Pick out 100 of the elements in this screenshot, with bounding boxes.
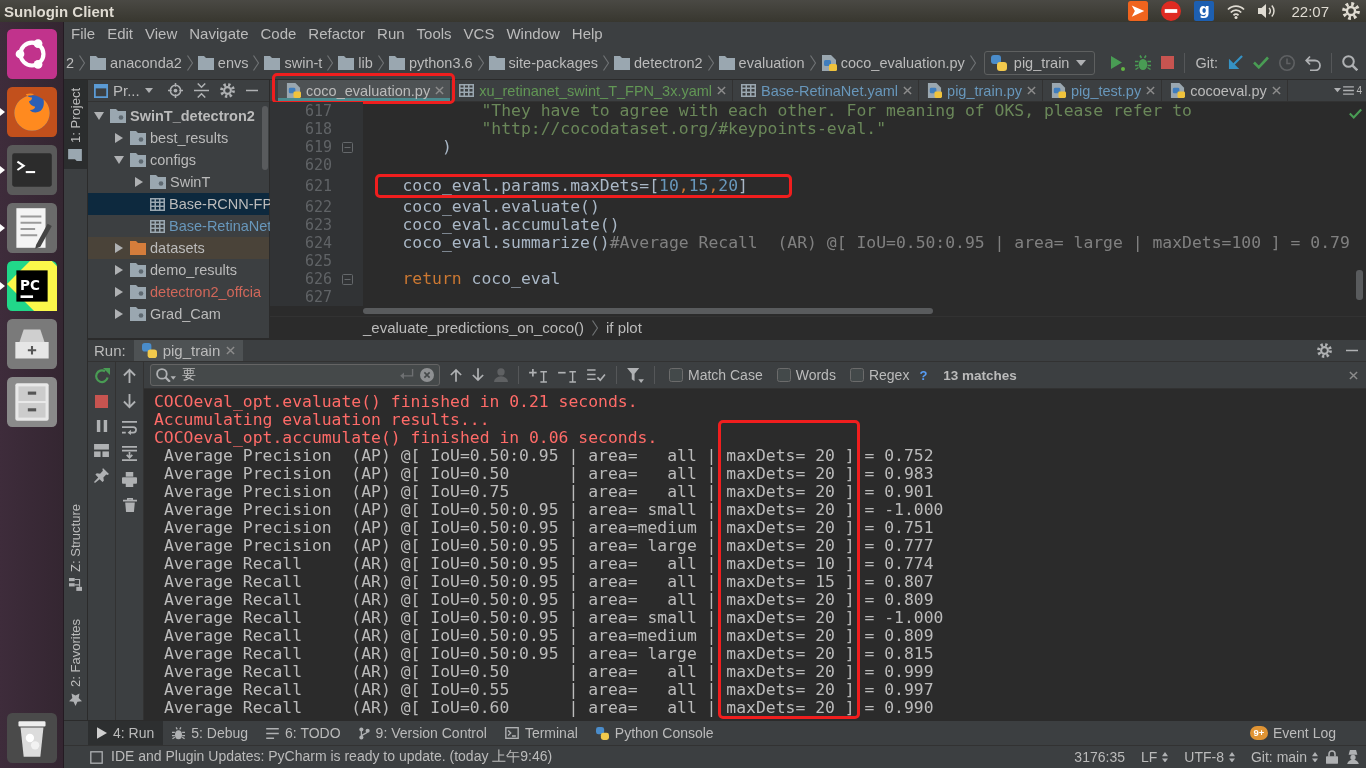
run-icon[interactable]: [1111, 54, 1126, 71]
tree-item[interactable]: SwinT: [88, 171, 269, 193]
menu-item[interactable]: Refactor: [302, 23, 372, 45]
filter-icon[interactable]: [627, 367, 644, 383]
editor-tab[interactable]: pig_test.py: [1043, 80, 1163, 101]
arrow-icon[interactable]: [1228, 55, 1243, 70]
help-link[interactable]: ?: [919, 367, 928, 383]
collapse-all-icon[interactable]: [193, 83, 209, 98]
bug-icon[interactable]: [1135, 54, 1152, 71]
search-field[interactable]: 要: [150, 364, 440, 386]
tree-item[interactable]: SwinT_detectron2: [88, 105, 269, 127]
person-icon[interactable]: [1346, 750, 1360, 764]
expand-arrow-icon[interactable]: [115, 133, 123, 143]
tool-window-button[interactable]: 2: Favorites: [64, 611, 87, 714]
cursor-position[interactable]: 3176:35: [1074, 749, 1125, 765]
menu-item[interactable]: Code: [254, 23, 303, 45]
printer-icon[interactable]: [122, 472, 137, 487]
search-icon[interactable]: [1342, 54, 1358, 71]
tree-item[interactable]: Grad_Cam: [88, 303, 269, 325]
scroll-to-end-icon[interactable]: [122, 446, 137, 461]
editor-tab[interactable]: cocoeval.py: [1162, 80, 1288, 101]
menu-item[interactable]: File: [65, 23, 102, 45]
event-log-button[interactable]: 9+ Event Log: [1241, 721, 1366, 745]
rerun-icon[interactable]: [93, 368, 110, 384]
tree-item[interactable]: detectron2_offcia: [88, 281, 269, 303]
checkbox[interactable]: [776, 368, 791, 382]
menu-item[interactable]: Tools: [410, 23, 458, 45]
soft-wrap-icon[interactable]: [122, 420, 137, 435]
editor-tab[interactable]: xu_retinanet_swint_T_FPN_3x.yaml: [451, 80, 734, 101]
status-dropdown[interactable]: Git: main: [1251, 749, 1318, 765]
tree-item[interactable]: Base-RetinaNet: [88, 215, 269, 237]
breadcrumb-item[interactable]: coco_evaluation.py: [820, 54, 965, 71]
undo-icon[interactable]: [1305, 54, 1321, 71]
collapse-arrow-icon[interactable]: [114, 156, 124, 164]
menu-item[interactable]: Help: [565, 23, 609, 45]
editor-tab[interactable]: Base-RetinaNet.yaml: [733, 80, 920, 101]
square-icon[interactable]: [90, 750, 103, 764]
tool-window-tab[interactable]: 9: Version Control: [349, 721, 496, 745]
breadcrumb-item[interactable]: envs: [197, 54, 249, 71]
tray-app-icon[interactable]: [1128, 1, 1149, 21]
close-icon[interactable]: [1349, 370, 1358, 380]
no-entry-icon[interactable]: [1161, 1, 1182, 21]
scrollbar-thumb[interactable]: [1356, 270, 1363, 300]
tool-window-tab[interactable]: 4: Run: [88, 721, 164, 745]
menu-item[interactable]: Run: [371, 23, 411, 45]
breadcrumb-item[interactable]: _evaluate_predictions_on_coco(): [363, 319, 584, 336]
volume-icon[interactable]: [1258, 3, 1277, 19]
breadcrumb-item[interactable]: evaluation: [718, 54, 805, 71]
select-all-icon[interactable]: [587, 367, 606, 383]
clock[interactable]: 22:07: [1291, 2, 1329, 20]
add-selection-icon[interactable]: [529, 367, 548, 383]
arrow-down-icon[interactable]: [123, 394, 136, 409]
close-icon[interactable]: [1146, 86, 1156, 95]
tree-item[interactable]: demo_results: [88, 259, 269, 281]
lock-icon[interactable]: [1326, 750, 1338, 764]
run-configuration-dropdown[interactable]: pig_train: [983, 50, 1096, 75]
tree-item[interactable]: configs: [88, 149, 269, 171]
text-editor-icon[interactable]: [6, 203, 57, 253]
terminal-icon[interactable]: [6, 145, 57, 195]
settings-icon[interactable]: [1317, 343, 1332, 358]
keyboard-layout-indicator[interactable]: g: [1194, 1, 1215, 21]
trash-icon[interactable]: [122, 498, 137, 512]
editor-tab[interactable]: pig_train.py: [919, 80, 1044, 101]
pin-icon[interactable]: [94, 468, 109, 483]
pause-icon[interactable]: [95, 419, 108, 433]
minimize-icon[interactable]: [1346, 349, 1358, 352]
checkbox[interactable]: [849, 368, 864, 382]
menu-item[interactable]: VCS: [457, 23, 501, 45]
breadcrumb-item[interactable]: detectron2: [614, 54, 703, 71]
file-cabinet-icon[interactable]: [6, 377, 57, 427]
breadcrumb-item[interactable]: python3.6: [388, 54, 473, 71]
close-icon[interactable]: [717, 86, 727, 95]
circle-logo-icon[interactable]: [6, 29, 57, 79]
expand-arrow-icon[interactable]: [115, 265, 123, 275]
menu-item[interactable]: Navigate: [183, 23, 255, 45]
tree-item[interactable]: best_results: [88, 127, 269, 149]
trash-icon[interactable]: [6, 713, 57, 763]
breadcrumb-item[interactable]: swin-t: [264, 54, 323, 71]
search-icon[interactable]: [156, 367, 176, 383]
expand-arrow-icon[interactable]: [135, 177, 143, 187]
tab-list-button[interactable]: 4: [1330, 80, 1366, 101]
breadcrumb-item[interactable]: site-packages: [488, 54, 599, 71]
layout-icon[interactable]: [94, 444, 109, 457]
expand-arrow-icon[interactable]: [115, 243, 123, 253]
tool-window-tab[interactable]: Terminal: [495, 721, 587, 745]
wifi-icon[interactable]: [1227, 3, 1246, 19]
status-dropdown[interactable]: LF: [1140, 749, 1169, 765]
arrow-up-icon[interactable]: [123, 368, 136, 383]
close-icon[interactable]: [1027, 86, 1037, 95]
tree-item[interactable]: Base-RCNN-FP: [88, 193, 269, 215]
scrollbar-thumb[interactable]: [262, 106, 268, 170]
menu-item[interactable]: Window: [500, 23, 566, 45]
tool-window-tab[interactable]: 6: TODO: [257, 721, 350, 745]
close-icon[interactable]: [903, 86, 913, 95]
settings-icon[interactable]: [219, 83, 235, 98]
breadcrumb-item[interactable]: 2: [66, 54, 75, 71]
browser-icon[interactable]: [6, 87, 57, 137]
close-icon[interactable]: [1271, 86, 1281, 95]
tool-window-button[interactable]: 1: Project: [64, 80, 87, 169]
breadcrumb-item[interactable]: if plot: [606, 319, 642, 336]
